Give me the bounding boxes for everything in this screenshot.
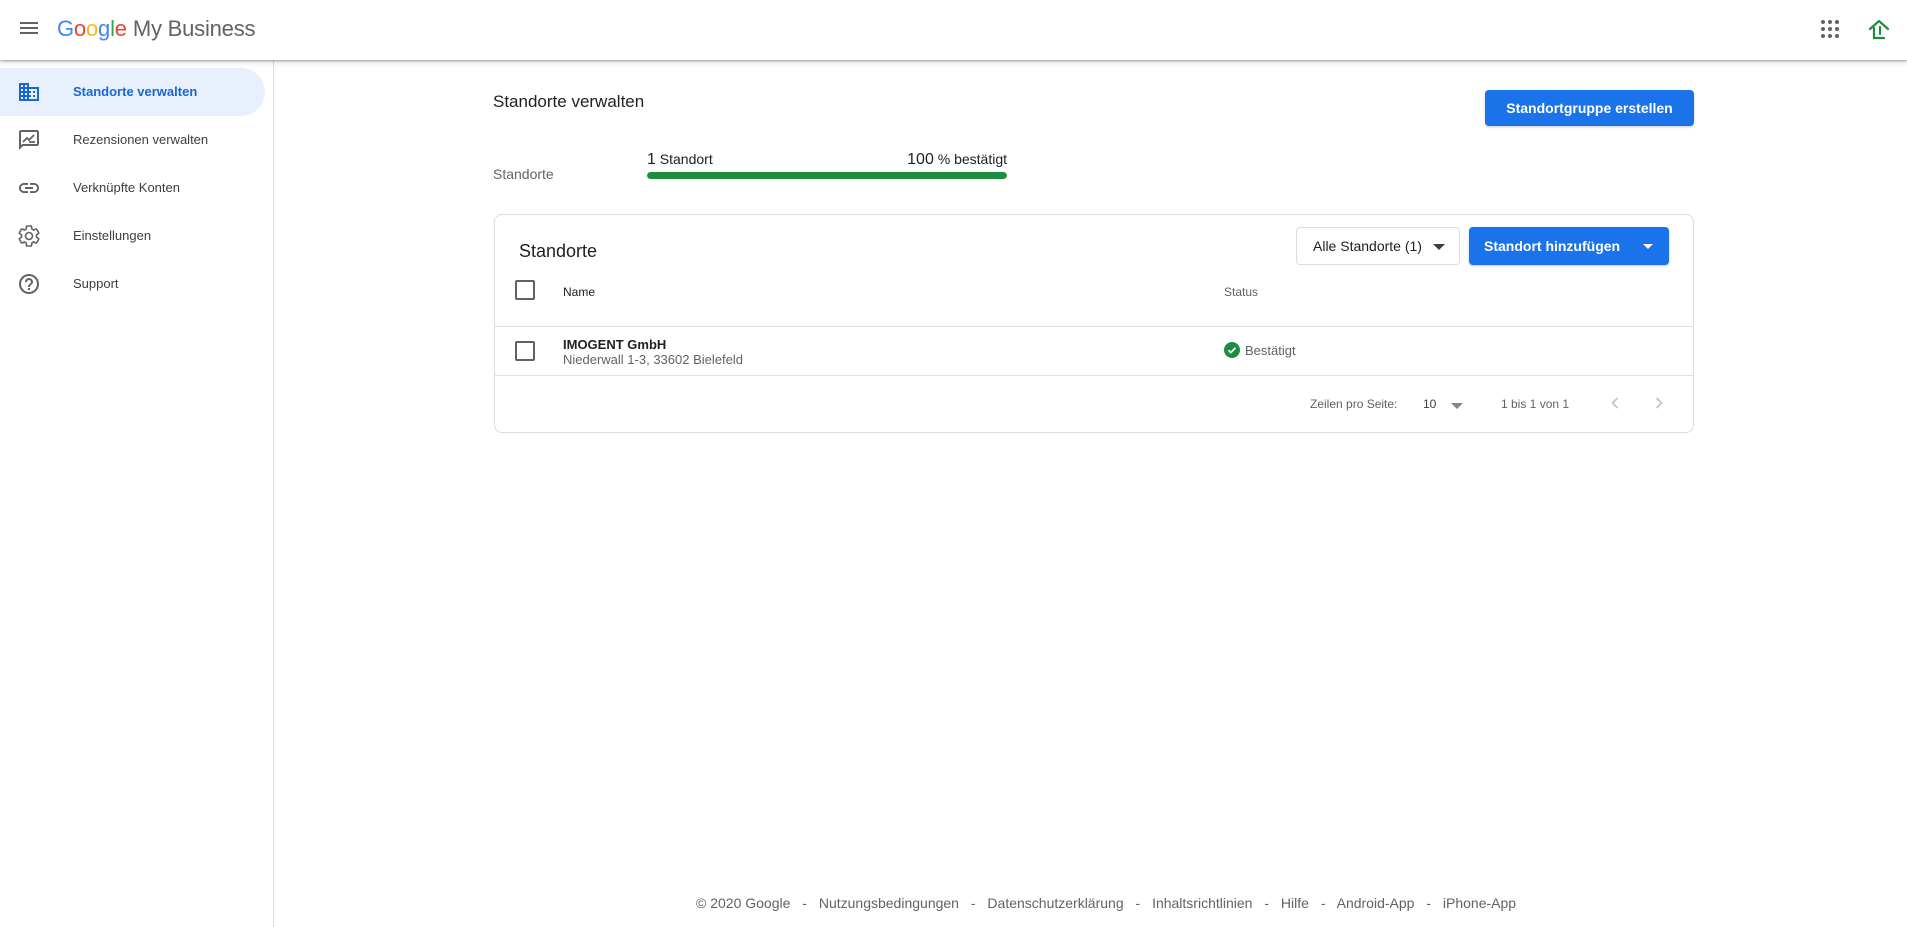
footer-link-privacy[interactable]: Datenschutzerklärung [987, 895, 1123, 911]
page-title: Standorte verwalten [493, 92, 645, 111]
rows-per-page-select[interactable]: 10 [1423, 397, 1436, 411]
footer-separator: - [1320, 895, 1326, 911]
gear-icon [18, 225, 40, 247]
sidebar-item-support[interactable]: Support [0, 260, 265, 308]
footer-separator: - [802, 895, 807, 911]
row-checkbox[interactable] [515, 341, 535, 361]
sidebar-item-label: Verknüpfte Konten [73, 180, 180, 195]
app-header: Google My Business [0, 0, 1907, 60]
link-icon [19, 183, 39, 193]
pagination-range: 1 bis 1 von 1 [1501, 397, 1570, 411]
rows-per-page-label: Zeilen pro Seite: [1310, 397, 1398, 411]
building-icon [19, 83, 39, 101]
location-count-unit: Standort [659, 151, 713, 167]
footer-link-terms[interactable]: Nutzungsbedingungen [819, 895, 959, 911]
sidebar-item-label: Standorte verwalten [73, 84, 198, 99]
verification-progress-bar [647, 172, 1007, 179]
footer-link-iphone-app[interactable]: iPhone-App [1443, 895, 1516, 911]
location-count-number: 1 [647, 151, 656, 168]
caret-down-icon [1433, 244, 1445, 250]
check-circle-icon [1224, 342, 1240, 358]
footer-copyright: © 2020 Google [696, 895, 791, 911]
summary-label: Standorte [493, 166, 554, 182]
footer-separator: - [1135, 895, 1141, 911]
menu-icon[interactable] [17, 16, 41, 40]
select-all-checkbox[interactable] [515, 280, 535, 300]
footer-link-help[interactable]: Hilfe [1281, 895, 1309, 911]
verification-progress-fill [647, 172, 1007, 179]
column-header-status: Status [1224, 285, 1259, 299]
location-filter-dropdown[interactable]: Alle Standorte (1) [1296, 227, 1460, 265]
sidebar-item-label: Rezensionen verwalten [73, 132, 209, 147]
help-icon [19, 274, 39, 294]
sidebar-item-standorte[interactable]: Standorte verwalten [0, 68, 265, 116]
card-title: Standorte [519, 241, 598, 261]
logo-letter: g [98, 16, 111, 41]
location-address: Niederwall 1-3, 33602 Bielefeld [563, 352, 743, 367]
footer-links: © 2020 Google - Nutzungsbedingungen - Da… [696, 895, 1516, 911]
footer-separator: - [1426, 895, 1431, 911]
chevron-left-icon[interactable] [1605, 393, 1625, 413]
status-badge: Bestätigt [1224, 342, 1296, 358]
verified-percent-number: 100 [907, 151, 934, 168]
logo-letter: e [114, 16, 127, 41]
verified-percent: 100 % bestätigt [907, 151, 1007, 169]
sidebar-item-label: Einstellungen [73, 228, 152, 243]
footer-separator: - [970, 895, 976, 911]
row-divider [495, 375, 1693, 376]
sidebar-item-verknuepfte-konten[interactable]: Verknüpfte Konten [0, 164, 265, 212]
filter-label: Alle Standorte (1) [1313, 238, 1422, 254]
sidebar-item-einstellungen[interactable]: Einstellungen [0, 212, 265, 260]
status-text: Bestätigt [1245, 342, 1296, 358]
caret-down-icon [1643, 244, 1653, 249]
footer-link-android-app[interactable]: Android-App [1337, 895, 1415, 911]
logo-letter: G [57, 16, 74, 41]
caret-down-icon[interactable] [1451, 403, 1463, 409]
sidebar: Standorte verwalten Rezensionen verwalte… [0, 60, 274, 927]
reviews-icon [19, 130, 39, 150]
app-logo[interactable]: Google My Business [57, 14, 256, 44]
footer-link-content-policy[interactable]: Inhaltsrichtlinien [1152, 895, 1252, 911]
locations-card: Standorte Alle Standorte (1) Standort hi… [494, 214, 1694, 433]
create-location-group-button[interactable]: Standortgruppe erstellen [1485, 90, 1694, 126]
location-name[interactable]: IMOGENT GmbH [563, 337, 666, 352]
account-avatar-icon[interactable] [1866, 16, 1892, 42]
column-header-name[interactable]: Name [563, 285, 595, 299]
logo-letter: o [85, 16, 99, 41]
footer-separator: - [1264, 895, 1270, 911]
location-count: 1 Standort [647, 151, 713, 169]
row-divider [495, 326, 1693, 327]
sidebar-item-rezensionen[interactable]: Rezensionen verwalten [0, 116, 265, 164]
add-location-button[interactable]: Standort hinzufügen [1469, 227, 1669, 265]
logo-letter: o [73, 16, 86, 41]
apps-grid-icon[interactable] [1818, 17, 1842, 41]
add-location-label: Standort hinzufügen [1484, 238, 1621, 254]
verified-percent-suffix: % bestätigt [937, 151, 1007, 167]
sidebar-item-label: Support [73, 276, 119, 291]
product-name: My Business [132, 16, 256, 41]
chevron-right-icon[interactable] [1649, 393, 1669, 413]
